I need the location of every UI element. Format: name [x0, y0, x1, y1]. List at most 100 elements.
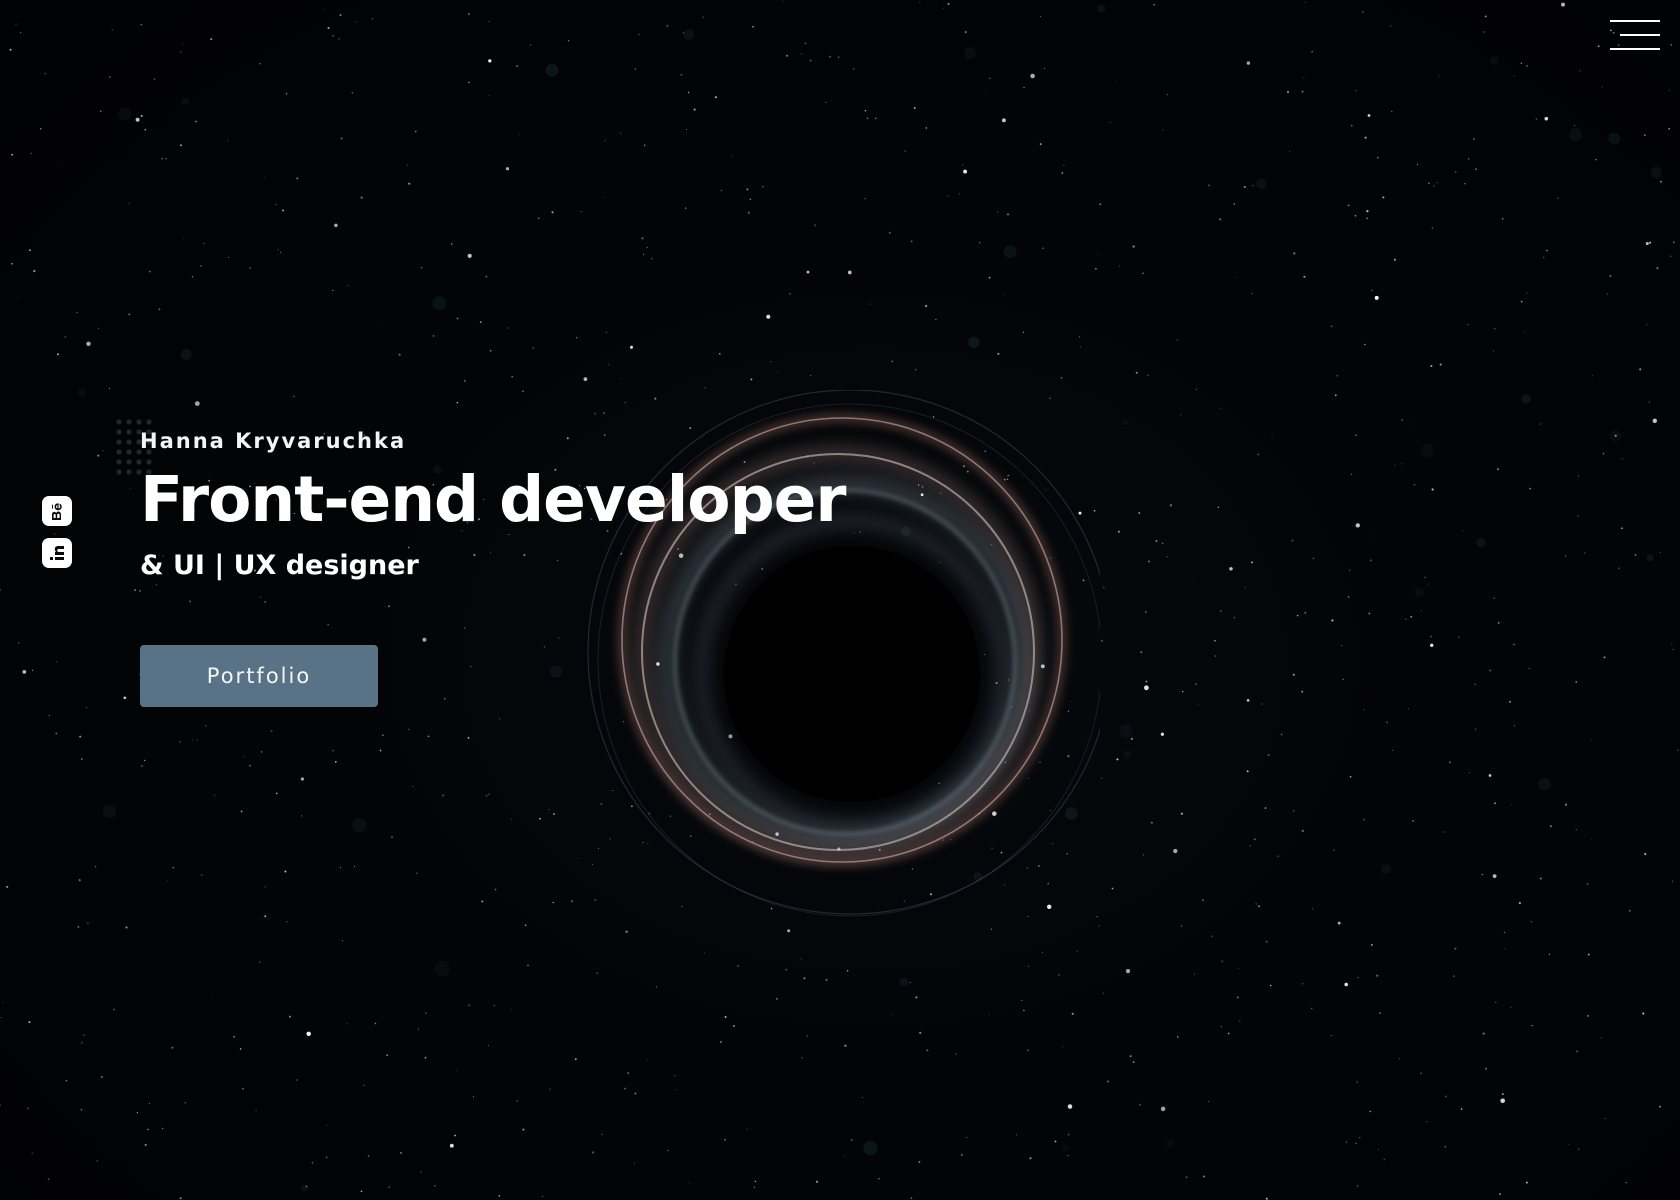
- star: [687, 91, 690, 94]
- hamburger-menu-button[interactable]: [1606, 16, 1660, 56]
- star: [1392, 749, 1394, 751]
- star: [1155, 539, 1158, 542]
- star: [1511, 804, 1513, 806]
- star: [1102, 992, 1104, 994]
- grid-dot: [126, 419, 132, 425]
- star: [864, 109, 867, 112]
- star: [1355, 434, 1357, 436]
- star: [592, 1151, 595, 1154]
- star: [527, 964, 529, 967]
- star: [420, 266, 423, 269]
- star: [242, 1087, 244, 1090]
- star: [1363, 709, 1365, 711]
- star: [153, 78, 156, 80]
- star: [1001, 118, 1006, 123]
- star: [1140, 651, 1143, 654]
- portfolio-button[interactable]: Portfolio: [140, 645, 378, 707]
- star: [1214, 655, 1217, 657]
- star: [1029, 1157, 1032, 1160]
- star: [624, 1087, 626, 1090]
- star: [719, 353, 721, 355]
- star: [1271, 434, 1273, 436]
- star: [737, 965, 739, 967]
- menu-bar-bottom: [1610, 48, 1660, 50]
- star: [846, 969, 849, 972]
- star: [963, 169, 968, 174]
- star: [286, 920, 288, 923]
- star: [1181, 925, 1183, 927]
- star: [1253, 838, 1256, 841]
- star: [456, 317, 459, 320]
- star: [1148, 560, 1150, 563]
- star: [1603, 656, 1606, 659]
- star: [264, 601, 267, 603]
- star: [473, 1095, 475, 1098]
- star: [1252, 185, 1254, 187]
- star: [1427, 583, 1429, 585]
- star: [134, 589, 137, 592]
- star: [1147, 374, 1149, 377]
- star: [1672, 648, 1674, 651]
- menu-bar-top: [1610, 20, 1660, 22]
- star: [467, 737, 470, 739]
- star: [1382, 196, 1385, 199]
- behance-link[interactable]: [42, 496, 72, 526]
- star: [1645, 241, 1649, 246]
- star: [511, 376, 513, 378]
- star: [1394, 464, 1396, 466]
- hero-section: Hanna Kryvaruchka Front-end developer & …: [140, 424, 846, 586]
- star: [988, 1013, 990, 1015]
- star: [518, 134, 520, 135]
- star: [479, 321, 482, 323]
- star: [1246, 699, 1250, 702]
- star: [417, 1028, 420, 1030]
- star: [1311, 51, 1313, 53]
- star: [1529, 487, 1531, 490]
- star: [549, 1088, 551, 1090]
- star: [468, 1004, 471, 1007]
- star: [1671, 643, 1673, 645]
- star: [1169, 504, 1172, 507]
- star: [1355, 89, 1357, 91]
- star: [1659, 551, 1661, 553]
- star: [747, 211, 750, 214]
- star: [1355, 523, 1360, 528]
- star: [1369, 1110, 1372, 1113]
- star: [539, 817, 541, 820]
- star: [1289, 150, 1291, 152]
- star: [1180, 812, 1183, 815]
- star: [1023, 87, 1025, 89]
- star: [1249, 845, 1252, 847]
- star: [1103, 587, 1105, 589]
- star: [1530, 921, 1532, 923]
- star: [1467, 324, 1469, 326]
- star: [603, 197, 605, 198]
- star: [1364, 343, 1366, 346]
- star: [801, 1057, 803, 1059]
- star: [704, 387, 706, 389]
- star: [746, 188, 749, 191]
- star: [1342, 678, 1344, 681]
- grid-dot: [116, 459, 122, 465]
- star: [1063, 164, 1065, 166]
- star: [243, 755, 245, 758]
- star: [943, 7, 945, 9]
- star: [1568, 1143, 1570, 1145]
- star: [258, 961, 261, 963]
- star: [102, 450, 104, 452]
- star: [342, 940, 343, 942]
- star: [432, 335, 435, 337]
- star: [17, 642, 20, 644]
- nebula-speck: [1569, 127, 1583, 142]
- star: [875, 117, 877, 119]
- star: [1201, 899, 1204, 902]
- star: [1161, 542, 1164, 545]
- star: [551, 211, 554, 214]
- star: [214, 794, 216, 796]
- star: [1233, 616, 1236, 619]
- star: [1420, 1072, 1422, 1074]
- star: [633, 1163, 635, 1165]
- star: [101, 1076, 103, 1078]
- linkedin-link[interactable]: [42, 538, 72, 568]
- star: [1401, 419, 1403, 421]
